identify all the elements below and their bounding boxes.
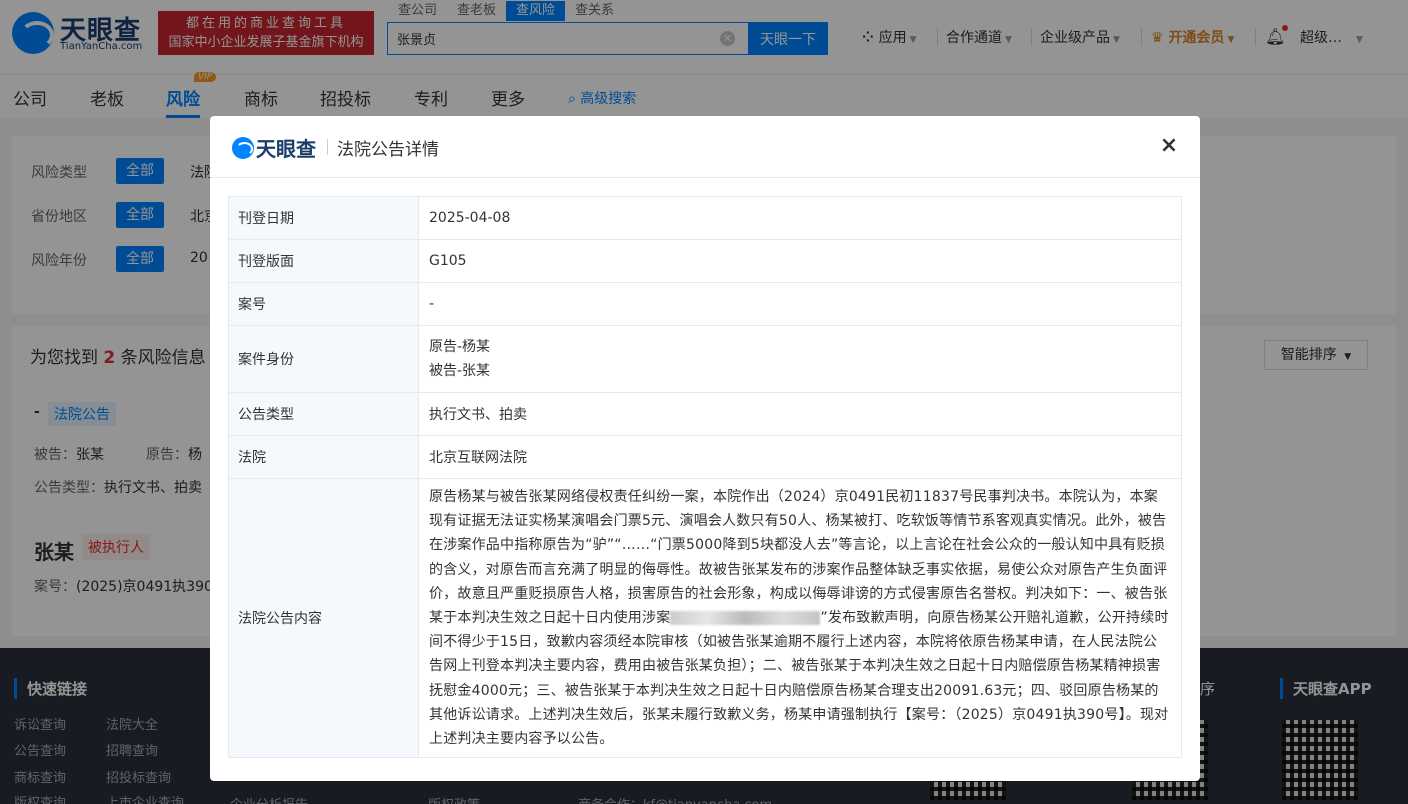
content-part2: ”发布致歉声明，向原告杨某公开赔礼道歉，公开持续时间不得少于15日，致歉内容须经… — [429, 610, 1169, 748]
field-label: 刊登版面 — [228, 239, 419, 283]
field-label: 刊登日期 — [228, 196, 419, 240]
field-value: 原告-杨某 被告-张某 — [418, 325, 1182, 393]
content-part1: 原告杨某与被告张某网络侵权责任纠纷一案，本院作出（2024）京0491民初118… — [429, 489, 1168, 627]
dialog-header: 天眼查 法院公告详情 × — [210, 116, 1200, 178]
close-icon[interactable]: × — [1158, 135, 1180, 157]
table-row: 法院 北京互联网法院 — [228, 435, 1182, 479]
field-label: 案号 — [228, 282, 419, 326]
redacted-text — [670, 611, 821, 626]
field-value: G105 — [418, 239, 1182, 283]
court-notice-dialog: 天眼查 法院公告详情 × 刊登日期 2025-04-08 刊登版面 G105 案… — [210, 116, 1200, 781]
table-row: 刊登版面 G105 — [228, 239, 1182, 283]
field-value: 原告杨某与被告张某网络侵权责任纠纷一案，本院作出（2024）京0491民初118… — [418, 477, 1182, 759]
field-value: 执行文书、拍卖 — [418, 392, 1182, 436]
table-row: 案号 - — [228, 282, 1182, 326]
table-row: 刊登日期 2025-04-08 — [228, 196, 1182, 240]
field-value: - — [418, 282, 1182, 326]
table-row: 案件身份 原告-杨某 被告-张某 — [228, 325, 1182, 393]
field-value: 北京互联网法院 — [418, 435, 1182, 479]
defendant-role: 被告-张某 — [429, 363, 491, 379]
detail-table: 刊登日期 2025-04-08 刊登版面 G105 案号 - 案件身份 原告-杨… — [228, 196, 1182, 759]
plaintiff-role: 原告-杨某 — [429, 339, 491, 355]
table-row: 法院公告内容 原告杨某与被告张某网络侵权责任纠纷一案，本院作出（2024）京04… — [228, 477, 1182, 759]
field-label: 公告类型 — [228, 392, 419, 436]
field-label: 法院 — [228, 435, 419, 479]
field-value: 2025-04-08 — [418, 196, 1182, 240]
divider — [327, 139, 328, 155]
logo-eye-icon — [232, 137, 254, 159]
table-row: 公告类型 执行文书、拍卖 — [228, 392, 1182, 436]
field-label: 案件身份 — [228, 325, 419, 393]
field-label: 法院公告内容 — [228, 477, 419, 759]
dialog-title: 法院公告详情 — [337, 140, 439, 160]
notice-content: 原告杨某与被告张某网络侵权责任纠纷一案，本院作出（2024）京0491民初118… — [429, 479, 1171, 757]
dialog-brand: 天眼查 — [256, 137, 316, 161]
